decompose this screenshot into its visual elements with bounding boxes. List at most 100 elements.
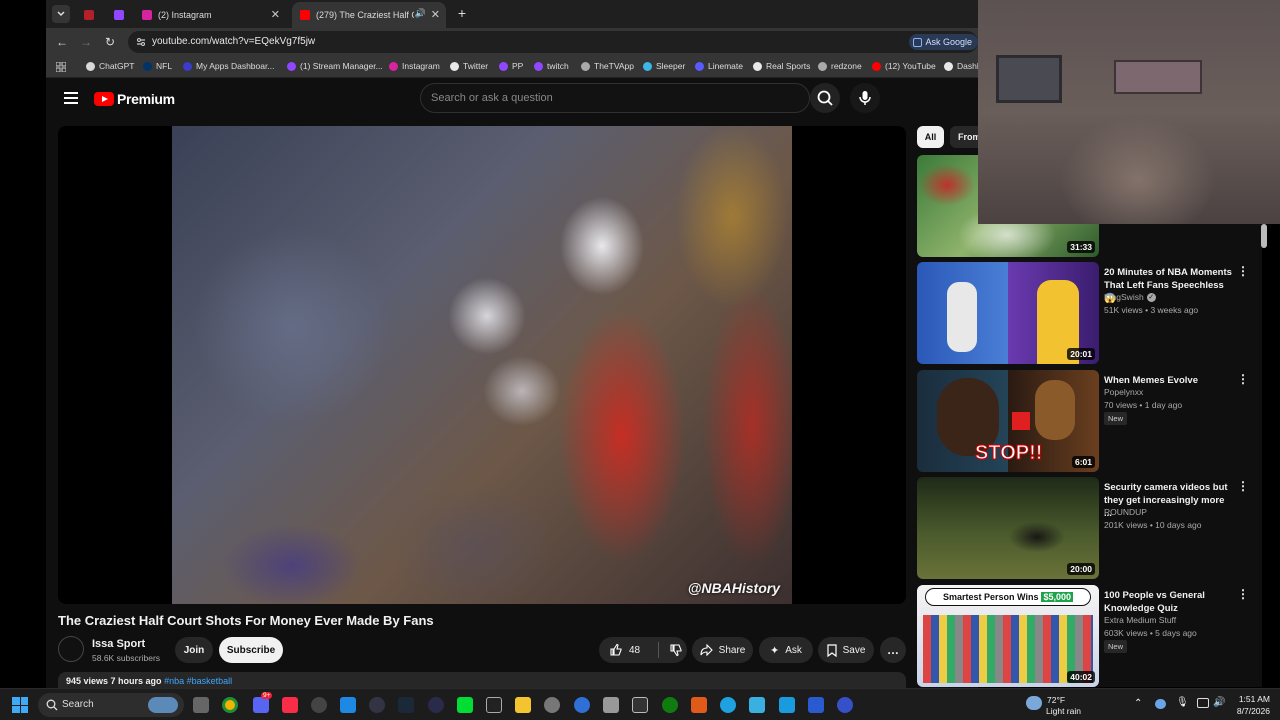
settings-gear-icon[interactable]	[544, 697, 560, 713]
scrollbar-thumb[interactable]	[1261, 224, 1267, 248]
apps-grid-icon[interactable]	[56, 62, 66, 72]
subscribe-button[interactable]: Subscribe	[219, 637, 283, 663]
microphone-icon[interactable]: 🎙	[1176, 697, 1189, 708]
video-title[interactable]: When Memes Evolve	[1104, 374, 1232, 387]
site-info-icon[interactable]	[135, 36, 147, 48]
more-vertical-icon[interactable]: ⋮	[1237, 479, 1249, 493]
video-channel[interactable]: Extra Medium Stuff	[1104, 615, 1176, 625]
weather-rain-icon[interactable]	[1026, 696, 1042, 710]
suggested-video[interactable]: Smartest Person Wins $5,000 40:02 100 Pe…	[917, 585, 1262, 687]
description-box[interactable]: 945 views 7 hours ago #nba #basketball	[58, 672, 906, 688]
youtube-premium-logo[interactable]: Premium	[94, 91, 175, 107]
tab-close-icon[interactable]: ✕	[431, 8, 440, 21]
ask-button[interactable]: ✦ Ask	[759, 637, 813, 663]
bookmark-youtube[interactable]: (12) YouTube	[872, 61, 936, 71]
video-thumbnail[interactable]: 20:00	[917, 477, 1099, 579]
bookmark-pp[interactable]: PP	[499, 61, 523, 71]
page-scrollbar[interactable]	[1260, 224, 1268, 688]
tab-instagram[interactable]: (2) Instagram ✕	[134, 2, 286, 28]
facebook-icon[interactable]	[779, 697, 795, 713]
bookmark-twitch[interactable]: twitch	[534, 61, 569, 71]
video-title[interactable]: 100 People vs General Knowledge Quiz	[1104, 589, 1232, 615]
bookmark-real-sports[interactable]: Real Sports	[753, 61, 810, 71]
obs-icon[interactable]	[311, 697, 327, 713]
suggested-video[interactable]: 20:01 20 Minutes of NBA Moments That Lef…	[917, 262, 1262, 364]
steelseries-icon[interactable]	[603, 697, 619, 713]
photos-icon[interactable]	[340, 697, 356, 713]
bookmark-linemate[interactable]: Linemate	[695, 61, 743, 71]
app-icon[interactable]	[808, 697, 824, 713]
reload-button[interactable]: ↻	[102, 34, 118, 50]
share-button[interactable]: Share	[692, 637, 753, 663]
address-bar[interactable]: youtube.com/watch?v=EQekVg7f5jw Ask Goog…	[128, 31, 978, 53]
app-icon[interactable]	[428, 697, 444, 713]
video-thumbnail[interactable]: STOP!! 6:01	[917, 370, 1099, 472]
more-vertical-icon[interactable]: ⋮	[1237, 264, 1249, 278]
video-channel[interactable]: Popelynxx	[1104, 387, 1143, 397]
forward-button[interactable]: →	[78, 34, 94, 50]
channel-name[interactable]: Issa Sport	[92, 638, 145, 650]
thumbs-up-icon[interactable]	[609, 643, 623, 657]
description-tags[interactable]: #nba #basketball	[164, 676, 232, 686]
video-thumbnail[interactable]: Smartest Person Wins $5,000 40:02	[917, 585, 1099, 687]
epic-games-icon[interactable]	[486, 697, 502, 713]
bookmark-chatgpt[interactable]: ChatGPT	[86, 61, 134, 71]
weather-temp[interactable]: 72°F	[1047, 695, 1065, 705]
tab-youtube-active[interactable]: (279) The Craziest Half Cou 🔊 ✕	[292, 2, 446, 28]
more-vertical-icon[interactable]: ⋮	[1237, 372, 1249, 386]
video-channel[interactable]: KingSwish ✓	[1104, 292, 1156, 302]
chevron-up-icon[interactable]: ⌃	[1134, 698, 1142, 709]
suggested-video[interactable]: STOP!! 6:01 When Memes Evolve Popelynxx …	[917, 370, 1262, 472]
taskbar-search[interactable]: Search	[38, 693, 184, 717]
search-input[interactable]: Search or ask a question	[420, 83, 810, 113]
app-icon[interactable]	[749, 697, 765, 713]
bookmark-stream-manager[interactable]: (1) Stream Manager...	[287, 61, 383, 71]
hamburger-menu-icon[interactable]	[64, 92, 78, 104]
app-icon[interactable]	[691, 697, 707, 713]
chrome-icon[interactable]	[222, 697, 238, 713]
speaker-icon[interactable]: 🔊	[415, 8, 426, 19]
new-tab-button[interactable]: +	[454, 5, 470, 21]
bookmark-my-apps[interactable]: My Apps Dashboar...	[183, 61, 274, 71]
ask-google-button[interactable]: Ask Google	[909, 34, 978, 50]
weather-desc[interactable]: Light rain	[1046, 706, 1081, 716]
video-channel[interactable]: ROUNDUP	[1104, 507, 1147, 517]
bookmark-instagram[interactable]: Instagram	[389, 61, 440, 71]
save-button[interactable]: Save	[818, 637, 874, 663]
ea-icon[interactable]	[837, 697, 853, 713]
suggested-video[interactable]: 20:00 Security camera videos but they ge…	[917, 477, 1262, 579]
edge-icon[interactable]	[720, 697, 736, 713]
search-button[interactable]	[810, 83, 840, 113]
tab-pinned-2[interactable]	[106, 2, 130, 28]
tab-close-icon[interactable]: ✕	[271, 8, 280, 21]
join-button[interactable]: Join	[175, 637, 213, 663]
windows-start-icon[interactable]	[12, 697, 28, 713]
browser-app-icon[interactable]	[574, 697, 590, 713]
bookmark-sleeper[interactable]: Sleeper	[643, 61, 685, 71]
4k-downloader-icon[interactable]	[369, 697, 385, 713]
task-view-icon[interactable]	[193, 697, 209, 713]
tab-search-button[interactable]	[52, 5, 70, 23]
like-count[interactable]: 48	[629, 645, 640, 656]
back-button[interactable]: ←	[54, 34, 70, 50]
chip-all[interactable]: All	[917, 126, 944, 148]
tab-pinned-1[interactable]	[76, 2, 100, 28]
clock-time[interactable]: 1:51 AM	[1238, 694, 1270, 704]
bookmark-redzone[interactable]: redzone	[818, 61, 862, 71]
video-thumbnail[interactable]: 20:01	[917, 262, 1099, 364]
steam-icon[interactable]	[398, 697, 414, 713]
razer-icon[interactable]	[457, 697, 473, 713]
video-player[interactable]: @NBAHistory	[58, 126, 906, 604]
monitor-icon[interactable]	[1197, 698, 1209, 708]
xbox-icon[interactable]	[662, 697, 678, 713]
music-icon[interactable]	[282, 697, 298, 713]
video-frame[interactable]: @NBAHistory	[172, 126, 792, 604]
file-explorer-icon[interactable]	[515, 697, 531, 713]
bookmark-dashboard[interactable]: Dashb	[944, 61, 978, 71]
channel-avatar[interactable]	[58, 636, 84, 662]
capcut-icon[interactable]	[632, 697, 648, 713]
more-vertical-icon[interactable]: ⋮	[1237, 587, 1249, 601]
bookmark-thetvapp[interactable]: TheTVApp	[581, 61, 634, 71]
volume-icon[interactable]: 🔊	[1213, 697, 1225, 708]
clock-date[interactable]: 8/7/2026	[1233, 706, 1270, 716]
